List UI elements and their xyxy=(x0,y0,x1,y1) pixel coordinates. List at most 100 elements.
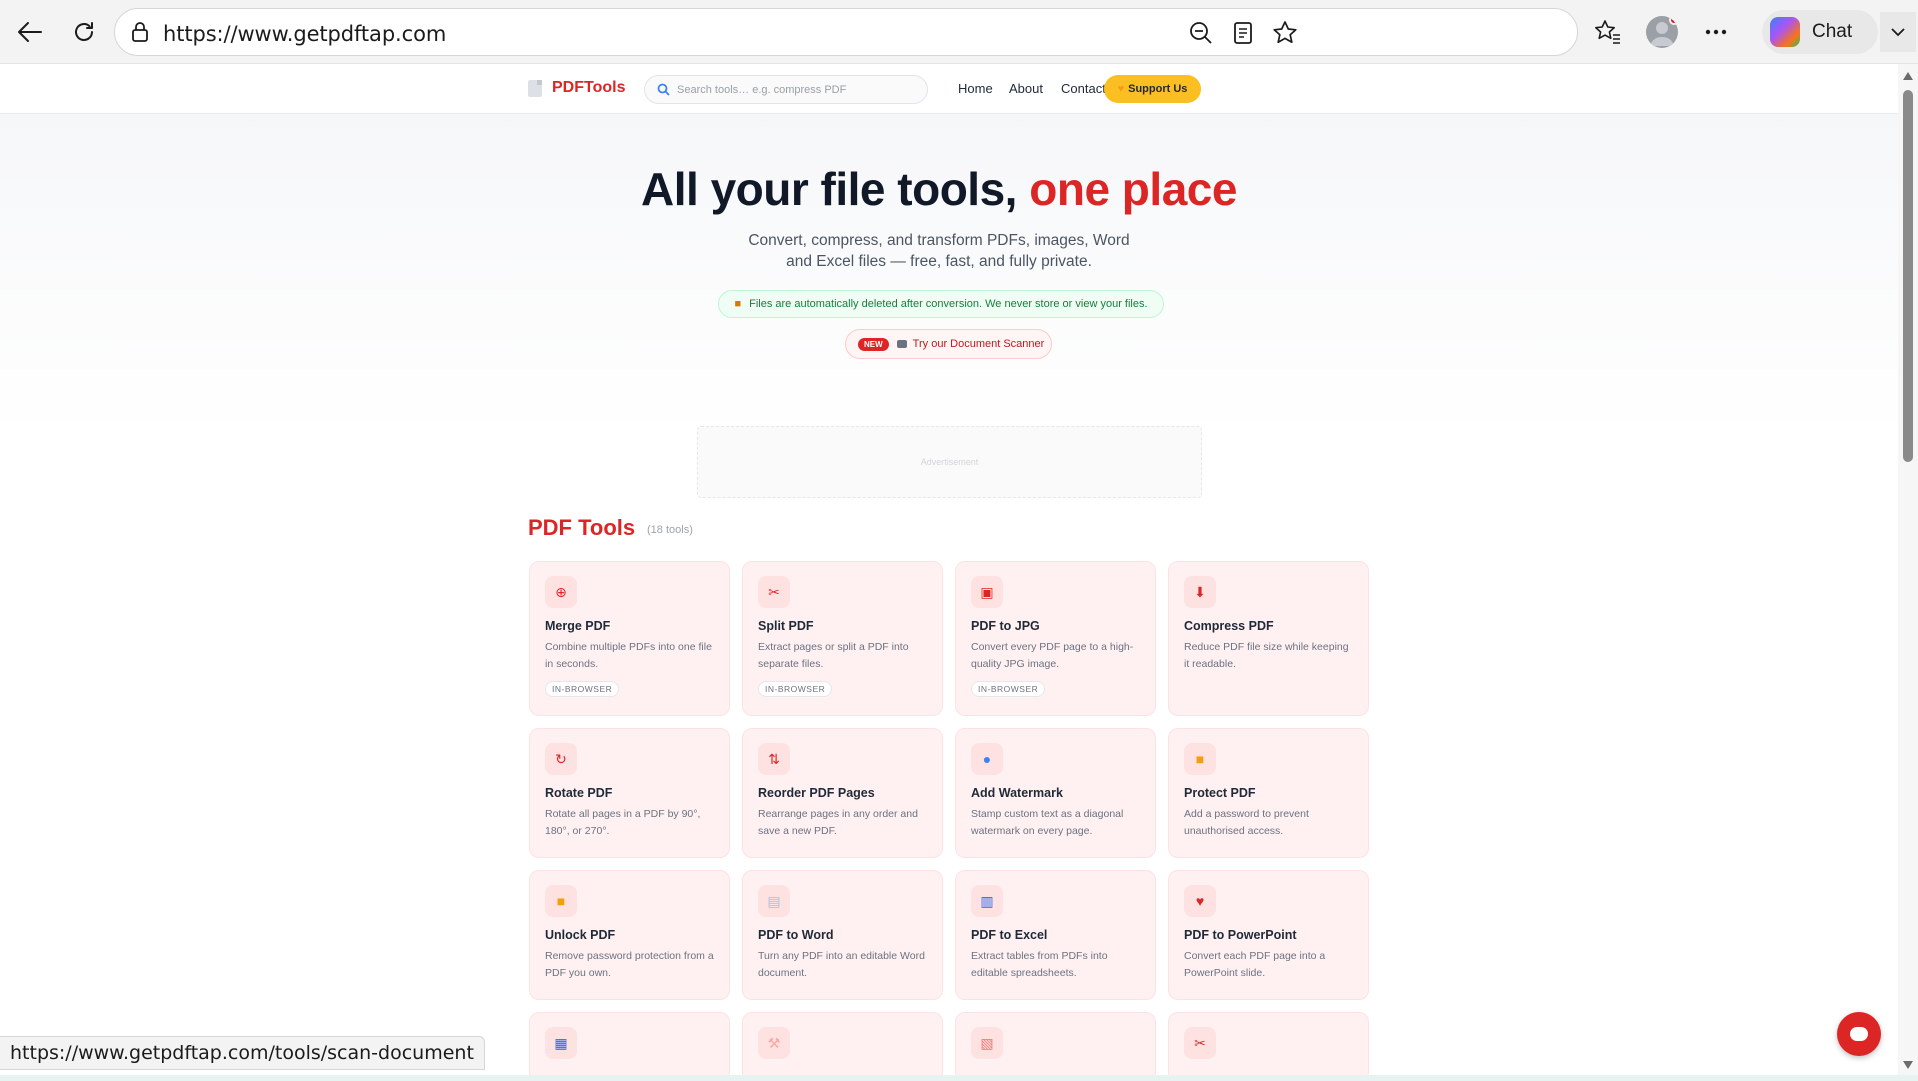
unlock-icon: ■ xyxy=(545,885,577,917)
privacy-notice: ■ Files are automatically deleted after … xyxy=(718,290,1164,318)
in-browser-badge: IN-BROWSER xyxy=(545,681,620,697)
tool-card[interactable]: ⊕ Merge PDF Combine multiple PDFs into one… xyxy=(529,561,730,716)
hero-title-accent: one place xyxy=(1029,163,1237,215)
live-chat-button[interactable] xyxy=(1837,1012,1881,1056)
lock-icon: ■ xyxy=(734,298,742,310)
tool-name: Protect PDF xyxy=(1184,786,1256,800)
favorites-button[interactable] xyxy=(1590,14,1626,50)
reader-view-icon[interactable] xyxy=(1229,19,1257,47)
tool-description: Turn any PDF into an editable Word docum… xyxy=(758,950,925,979)
back-arrow-icon xyxy=(18,22,42,42)
droplet-icon: ● xyxy=(971,743,1003,775)
page-scrollbar[interactable] xyxy=(1898,64,1918,1075)
nav-about-link[interactable]: About xyxy=(1009,81,1043,96)
refresh-button[interactable] xyxy=(64,12,104,52)
zoom-out-icon[interactable] xyxy=(1187,19,1215,47)
chat-label: Chat xyxy=(1812,21,1853,42)
link-status-bar: https://www.getpdftap.com/tools/scan-doc… xyxy=(0,1036,485,1070)
scrollbar-thumb[interactable] xyxy=(1903,90,1913,462)
camera-icon xyxy=(896,340,907,348)
wrench-icon: ⚒ xyxy=(758,1027,790,1059)
tool-description: Convert each PDF page into a PowerPoint … xyxy=(1184,950,1326,979)
tool-name: Unlock PDF xyxy=(545,928,616,942)
word-doc-icon: ▤ xyxy=(758,885,790,917)
address-bar[interactable]: https://www.getpdftap.com xyxy=(114,8,1578,56)
tool-name: Rotate PDF xyxy=(545,786,613,800)
site-info-lock-icon[interactable] xyxy=(131,21,149,48)
brand-logo[interactable]: PDFTools xyxy=(528,79,625,97)
nav-home-link[interactable]: Home xyxy=(958,81,993,96)
tool-card[interactable]: ♥ PDF to PowerPoint Convert each PDF page … xyxy=(1168,870,1369,1000)
tool-card[interactable]: ▧ xyxy=(955,1012,1156,1075)
tool-name: Add Watermark xyxy=(971,786,1063,800)
grid-icon: ▦ xyxy=(545,1027,577,1059)
tool-count: (18 tools) xyxy=(647,524,693,536)
scroll-up-arrow-icon[interactable] xyxy=(1903,72,1913,80)
tool-card[interactable]: ✂ xyxy=(1168,1012,1369,1075)
advertisement-slot[interactable]: Advertisement xyxy=(697,426,1202,498)
merge-icon: ⊕ xyxy=(545,576,577,608)
scissors-icon: ✂ xyxy=(758,576,790,608)
tool-card[interactable]: ▣ PDF to JPG Convert every PDF page to a h… xyxy=(955,561,1156,716)
tool-name: Reorder PDF Pages xyxy=(758,786,875,800)
tool-description: Extract tables from PDFs into editable s… xyxy=(971,950,1108,979)
profile-avatar[interactable] xyxy=(1646,16,1678,48)
tool-card[interactable]: ▥ PDF to Excel Extract tables from PDFs in… xyxy=(955,870,1156,1000)
tool-card[interactable]: ▦ xyxy=(529,1012,730,1075)
section-title: PDF Tools xyxy=(528,515,636,540)
search-input[interactable] xyxy=(677,83,917,96)
favorite-star-icon[interactable] xyxy=(1271,19,1299,47)
tool-name: Compress PDF xyxy=(1184,619,1274,633)
tool-name: Merge PDF xyxy=(545,619,611,633)
rotate-icon: ↻ xyxy=(545,743,577,775)
tool-description: Combine multiple PDFs into one file in s… xyxy=(545,641,712,670)
tool-card[interactable]: ⇅ Reorder PDF Pages Rearrange pages in any… xyxy=(742,728,943,858)
heart-icon: ♥ xyxy=(1184,885,1216,917)
hero-title-main: All your file tools, xyxy=(641,163,1030,215)
notification-dot xyxy=(1669,16,1678,25)
brand-name: PDFTools xyxy=(552,79,626,96)
tool-card[interactable]: ⬇ Compress PDF Reduce PDF file size while … xyxy=(1168,561,1369,716)
more-dots-icon xyxy=(1705,29,1727,35)
tool-card[interactable]: ● Add Watermark Stamp custom text as a dia… xyxy=(955,728,1156,858)
tool-description: Remove password protection from a PDF yo… xyxy=(545,950,714,979)
chevron-down-icon xyxy=(1891,28,1905,37)
privacy-text: Files are automatically deleted after co… xyxy=(749,298,1148,310)
tool-description: Rotate all pages in a PDF by 90°, 180°, … xyxy=(545,808,701,837)
in-browser-badge: IN-BROWSER xyxy=(971,681,1046,697)
favorites-icon xyxy=(1595,20,1620,44)
back-button[interactable] xyxy=(10,12,50,52)
scroll-down-arrow-icon[interactable] xyxy=(1903,1061,1913,1069)
hero-title: All your file tools, one place xyxy=(0,162,1878,216)
nav-contact-link[interactable]: Contact xyxy=(1061,81,1106,96)
refresh-icon xyxy=(75,22,93,41)
tool-card[interactable]: ⚒ xyxy=(742,1012,943,1075)
arrow-down-icon: ⬇ xyxy=(1184,576,1216,608)
tool-search[interactable] xyxy=(644,75,928,104)
site-header: PDFTools Home About Contact ♥ Support Us xyxy=(0,64,1898,114)
tool-name: Split PDF xyxy=(758,619,814,633)
heart-icon: ♥ xyxy=(1117,83,1125,95)
tool-card[interactable]: ✂ Split PDF Extract pages or split a PDF i… xyxy=(742,561,943,716)
tool-description: Extract pages or split a PDF into separa… xyxy=(758,641,909,670)
tool-description: Add a password to prevent unauthorised a… xyxy=(1184,808,1309,837)
support-us-button[interactable]: ♥ Support Us xyxy=(1104,75,1201,103)
more-options-button[interactable] xyxy=(1698,14,1734,50)
sidebar-toggle-button[interactable] xyxy=(1880,12,1916,52)
tool-card[interactable]: ▤ PDF to Word Turn any PDF into an editabl… xyxy=(742,870,943,1000)
tool-card[interactable]: ↻ Rotate PDF Rotate all pages in a PDF by … xyxy=(529,728,730,858)
chat-bubble-icon xyxy=(1850,1027,1868,1041)
tool-name: PDF to JPG xyxy=(971,619,1040,633)
browser-toolbar: https://www.getpdftap.com Chat xyxy=(0,0,1918,64)
url-text[interactable]: https://www.getpdftap.com xyxy=(163,22,446,46)
copilot-chat-button[interactable]: Chat xyxy=(1762,10,1878,54)
chart-icon: ▥ xyxy=(971,885,1003,917)
image-icon: ▣ xyxy=(971,576,1003,608)
bottom-strip xyxy=(0,1075,1918,1081)
tool-card[interactable]: ■ Protect PDF Add a password to prevent un… xyxy=(1168,728,1369,858)
support-label: Support Us xyxy=(1128,83,1188,95)
tool-description: Rearrange pages in any order and save a … xyxy=(758,808,918,837)
tool-card[interactable]: ■ Unlock PDF Remove password protection fr… xyxy=(529,870,730,1000)
tool-name: PDF to Excel xyxy=(971,928,1048,942)
document-scanner-link[interactable]: NEW Try our Document Scanner xyxy=(845,329,1052,359)
